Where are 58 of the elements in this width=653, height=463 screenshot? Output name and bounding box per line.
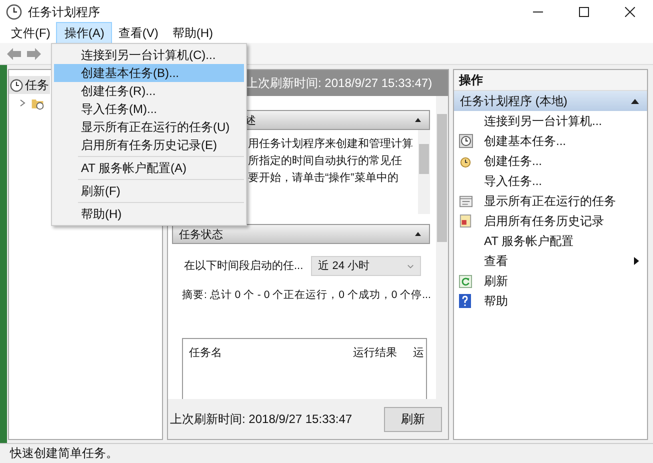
close-icon[interactable]	[625, 7, 635, 17]
menu-item[interactable]: 创建任务(R)...	[54, 82, 244, 100]
clock-icon	[459, 134, 473, 148]
section-header[interactable]: 任务状态	[172, 224, 430, 244]
clock-icon	[459, 154, 472, 168]
column-header[interactable]: 运行结果	[353, 345, 413, 360]
help-icon	[459, 294, 471, 308]
dropdown-chevron-icon	[407, 264, 414, 268]
action-item[interactable]: 帮助	[454, 291, 647, 311]
menu-item[interactable]: AT 服务帐户配置(A)	[54, 159, 244, 177]
action-item[interactable]: 刷新	[454, 271, 647, 291]
back-arrow-icon[interactable]	[6, 46, 22, 60]
menu-bar-item[interactable]: 操作(A)	[57, 23, 112, 44]
tree-item[interactable]: 任务	[9, 76, 50, 94]
action-item[interactable]: 启用所有任务历史记录	[454, 211, 647, 231]
actions-title: 操作	[454, 70, 647, 91]
clock-icon	[6, 4, 22, 20]
window-list-icon	[459, 194, 473, 208]
overview-text: 用任务计划程序来创建和管理计算	[248, 136, 414, 152]
period-label: 在以下时间段启动的任...	[184, 259, 304, 273]
collapse-arrow-icon[interactable]	[631, 98, 639, 104]
action-item[interactable]: 显示所有正在运行的任务	[454, 191, 647, 211]
menu-bar-item[interactable]: 查看(V)	[111, 23, 166, 44]
refresh-icon	[459, 274, 472, 288]
menu-item[interactable]: 帮助(H)	[54, 205, 244, 223]
scrollbar[interactable]	[436, 96, 448, 399]
collapse-arrow-icon[interactable]	[415, 118, 421, 122]
action-item[interactable]: 创建任务...	[454, 151, 647, 171]
forward-arrow-icon[interactable]	[26, 46, 42, 60]
last-refresh-text: 上次刷新时间: 2018/9/27 15:33:47	[170, 410, 352, 428]
column-header[interactable]: 运	[413, 345, 424, 360]
maximize-icon[interactable]	[579, 7, 589, 17]
menu-item[interactable]: 启用所有任务历史记录(E)	[54, 136, 244, 154]
column-header[interactable]: 任务名	[183, 345, 353, 360]
collapse-arrow-icon[interactable]	[415, 232, 421, 236]
window-title: 任务计划程序	[28, 4, 100, 20]
status-text: 快速创建简单任务。	[10, 445, 118, 462]
overview-text: 要开始，请单击“操作”菜单中的	[248, 171, 400, 186]
action-item[interactable]: 查看	[454, 251, 647, 271]
action-item[interactable]: 导入任务...	[454, 171, 647, 191]
scrollbar[interactable]	[418, 130, 430, 214]
actions-section-header[interactable]: 任务计划程序 (本地)	[454, 91, 647, 111]
action-item[interactable]: AT 服务帐户配置	[454, 231, 647, 251]
action-item[interactable]: 创建基本任务...	[454, 131, 647, 151]
document-icon	[459, 214, 472, 228]
menu-item[interactable]: 创建基本任务(B)...	[54, 64, 244, 82]
overview-text: 所指定的时间自动执行的常见任	[248, 154, 403, 169]
summary-text: 摘要: 总计 0 个 - 0 个正在运行，0 个成功，0 个停...	[182, 288, 431, 302]
summary-title: 上次刷新时间: 2018/9/27 15:33:47)	[246, 74, 432, 92]
period-dropdown[interactable]: 近 24 小时	[311, 256, 422, 276]
submenu-arrow-icon	[634, 257, 639, 265]
menu-bar-item[interactable]: 帮助(H)	[165, 23, 220, 44]
menu-bar-item[interactable]: 文件(F)	[4, 23, 58, 44]
actions-section-title: 任务计划程序 (本地)	[460, 92, 568, 110]
action-item[interactable]: 连接到另一台计算机...	[454, 111, 647, 131]
menu-item[interactable]: 刷新(F)	[54, 182, 244, 200]
refresh-button[interactable]: 刷新	[384, 406, 442, 432]
section-title: 任务状态	[179, 228, 223, 242]
